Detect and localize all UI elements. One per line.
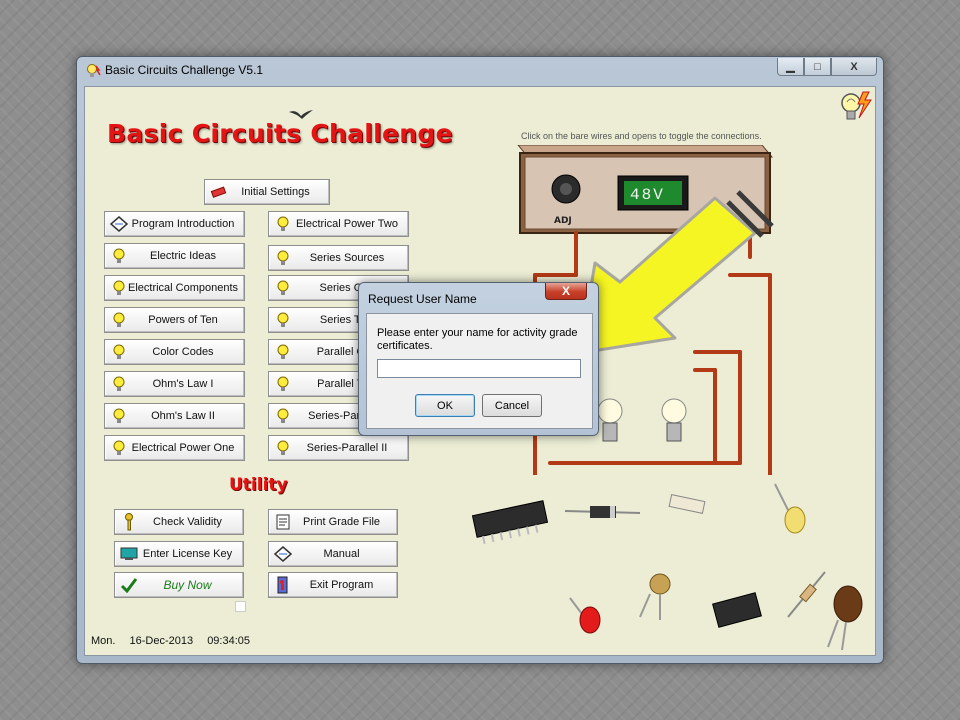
electrical-power-two-label: Electrical Power Two (296, 218, 398, 230)
electrical-components-label: Electrical Components (128, 282, 239, 294)
cancel-button[interactable]: Cancel (482, 394, 542, 417)
small-checkbox[interactable] (235, 601, 246, 612)
transistor-metal (639, 573, 671, 620)
bulb-icon (274, 279, 292, 297)
bulb-icon (110, 343, 128, 361)
led-yellow (774, 483, 806, 534)
manual-label: Manual (323, 548, 360, 560)
ohms-law-1-button[interactable]: Ohm's Law I (104, 371, 245, 397)
resistor (787, 571, 826, 618)
enter-license-key-label: Enter License Key (142, 548, 233, 560)
request-user-name-dialog: Request User Name X Please enter your na… (358, 282, 599, 436)
electrical-power-two-button[interactable]: Electrical Power Two (268, 211, 409, 237)
dialog-body: Please enter your name for activity grad… (366, 313, 593, 429)
print-grade-file-button[interactable]: Print Grade File (268, 509, 398, 535)
caption-buttons: ▁ □ X (777, 58, 877, 76)
status-day: Mon. (91, 635, 116, 647)
ok-button[interactable]: OK (415, 394, 475, 417)
program-introduction-button[interactable]: Program Introduction (104, 211, 245, 237)
manual-button[interactable]: Manual (268, 541, 398, 567)
bulb-icon (274, 375, 292, 393)
ohms-law-1-label: Ohm's Law I (152, 378, 214, 390)
print-grade-file-label: Print Grade File (302, 516, 381, 528)
electrical-power-one-button[interactable]: Electrical Power One (104, 435, 245, 461)
minimize-button[interactable]: ▁ (777, 58, 804, 76)
instruction-text: Click on the bare wires and opens to tog… (521, 131, 762, 141)
enter-license-key-button[interactable]: Enter License Key (114, 541, 244, 567)
app-heading: Basic Circuits Challenge (107, 119, 453, 148)
bulb-icon (110, 311, 128, 329)
electrical-power-one-label: Electrical Power One (131, 442, 235, 454)
status-date: 16-Dec-2013 (129, 635, 194, 647)
electronic-components (471, 483, 863, 651)
bulb-icon (110, 279, 128, 297)
dialog-close-button[interactable]: X (545, 283, 587, 300)
exit-program-button[interactable]: Exit Program (268, 572, 398, 598)
bulb-icon (110, 247, 128, 265)
electrical-components-button[interactable]: Electrical Components (104, 275, 245, 301)
bulb-icon (110, 375, 128, 393)
lightbulb-bolt-icon (841, 91, 872, 120)
document-icon (274, 513, 292, 531)
bulb-icon (274, 215, 292, 233)
key-icon (120, 513, 138, 531)
electric-ideas-button[interactable]: Electric Ideas (104, 243, 245, 269)
exit-program-label: Exit Program (309, 579, 374, 591)
bird-icon (289, 110, 313, 119)
color-codes-button[interactable]: Color Codes (104, 339, 245, 365)
bulb-icon (274, 439, 292, 457)
maximize-button[interactable]: □ (804, 58, 831, 76)
status-bar: Mon. 16-Dec-2013 09:34:05 (91, 635, 259, 647)
checkmark-icon (120, 576, 138, 594)
transistor-plastic (827, 585, 863, 651)
computer-icon (120, 545, 138, 563)
buy-now-button[interactable]: Buy Now (114, 572, 244, 598)
buy-now-label: Buy Now (163, 578, 212, 592)
app-bulb-icon (87, 64, 101, 77)
initial-settings-label: Initial Settings (241, 186, 310, 198)
ohms-law-2-button[interactable]: Ohm's Law II (104, 403, 245, 429)
led-red (569, 597, 601, 634)
exit-door-icon (274, 576, 292, 594)
ic-chip-small (712, 592, 762, 628)
check-validity-button[interactable]: Check Validity (114, 509, 244, 535)
bulb-left (597, 398, 623, 442)
ohms-law-2-label: Ohm's Law II (151, 410, 215, 422)
dialog-message: Please enter your name for activity grad… (377, 327, 578, 352)
pencil-icon (210, 183, 228, 201)
bulb-right (661, 398, 687, 442)
check-validity-label: Check Validity (153, 516, 222, 528)
ic-chip-large (471, 500, 549, 545)
program-introduction-label: Program Introduction (131, 218, 235, 230)
status-time: 09:34:05 (207, 635, 251, 647)
bulb-icon (274, 311, 292, 329)
window-title: Basic Circuits Challenge V5.1 (105, 63, 264, 77)
series-sources-button[interactable]: Series Sources (268, 245, 409, 271)
dialog-title: Request User Name (368, 292, 477, 306)
series-sources-label: Series Sources (309, 252, 385, 264)
powers-of-ten-label: Powers of Ten (148, 314, 218, 326)
utility-heading: Utility (229, 475, 288, 495)
bulb-icon (274, 249, 292, 267)
fuse (668, 494, 706, 514)
color-codes-label: Color Codes (152, 346, 214, 358)
series-parallel-2-label: Series-Parallel II (306, 442, 388, 454)
diamond-icon (110, 215, 128, 233)
bulb-icon (110, 439, 128, 457)
powers-of-ten-button[interactable]: Powers of Ten (104, 307, 245, 333)
window-close-button[interactable]: X (831, 58, 877, 76)
user-name-input[interactable] (377, 359, 581, 378)
bulb-icon (110, 407, 128, 425)
series-parallel-2-button[interactable]: Series-Parallel II (268, 435, 409, 461)
diode (564, 506, 641, 518)
bulb-icon (274, 343, 292, 361)
initial-settings-button[interactable]: Initial Settings (204, 179, 330, 205)
diamond-icon (274, 545, 292, 563)
bulb-icon (274, 407, 292, 425)
electric-ideas-label: Electric Ideas (149, 250, 217, 262)
